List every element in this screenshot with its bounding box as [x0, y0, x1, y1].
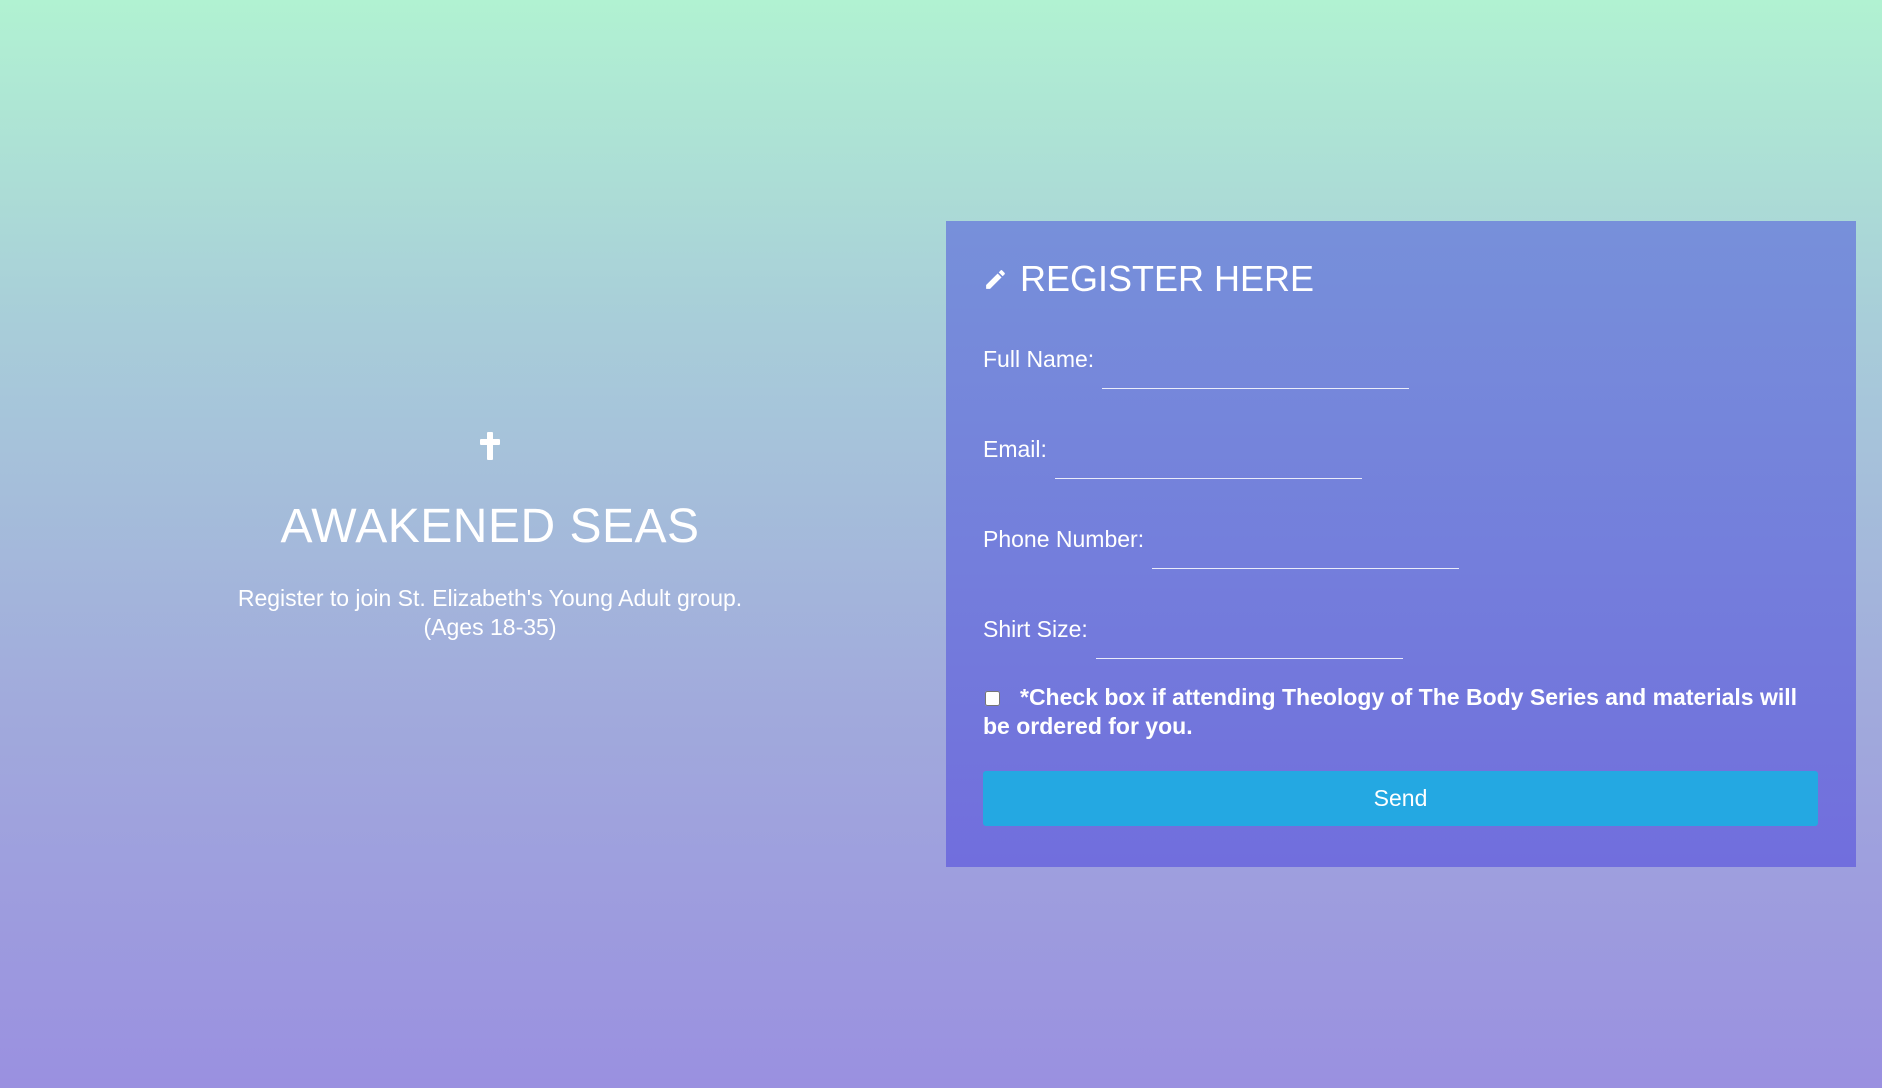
hero-section: AWAKENED SEAS Register to join St. Eliza… — [150, 432, 830, 642]
phone-row: Phone Number: — [983, 501, 1818, 569]
register-title: REGISTER HERE — [983, 259, 1818, 299]
shirt-size-input[interactable] — [1095, 615, 1403, 659]
full-name-row: Full Name: — [983, 321, 1818, 389]
theology-checkbox[interactable] — [985, 691, 1000, 706]
cross-icon — [480, 432, 500, 460]
email-input[interactable] — [1054, 435, 1362, 479]
hero-subtitle: Register to join St. Elizabeth's Young A… — [150, 584, 830, 642]
register-panel: REGISTER HERE Full Name: Email: Phone Nu… — [946, 221, 1856, 867]
theology-checkbox-row: *Check box if attending Theology of The … — [983, 683, 1818, 741]
hero-subtitle-line2: (Ages 18-35) — [423, 613, 557, 640]
pencil-icon — [986, 269, 1005, 289]
phone-input[interactable] — [1152, 525, 1460, 569]
send-button[interactable]: Send — [983, 771, 1818, 826]
register-title-text: REGISTER HERE — [1020, 258, 1315, 299]
shirt-size-label: Shirt Size: — [983, 616, 1088, 642]
shirt-size-row: Shirt Size: — [983, 591, 1818, 659]
hero-subtitle-line1: Register to join St. Elizabeth's Young A… — [237, 584, 743, 611]
full-name-input[interactable] — [1102, 345, 1410, 389]
full-name-label: Full Name: — [983, 346, 1095, 372]
site-title: AWAKENED SEAS — [280, 500, 700, 553]
email-row: Email: — [983, 411, 1818, 479]
email-label: Email: — [983, 436, 1047, 462]
theology-checkbox-label: *Check box if attending Theology of The … — [983, 684, 1798, 739]
phone-label: Phone Number: — [983, 526, 1145, 552]
